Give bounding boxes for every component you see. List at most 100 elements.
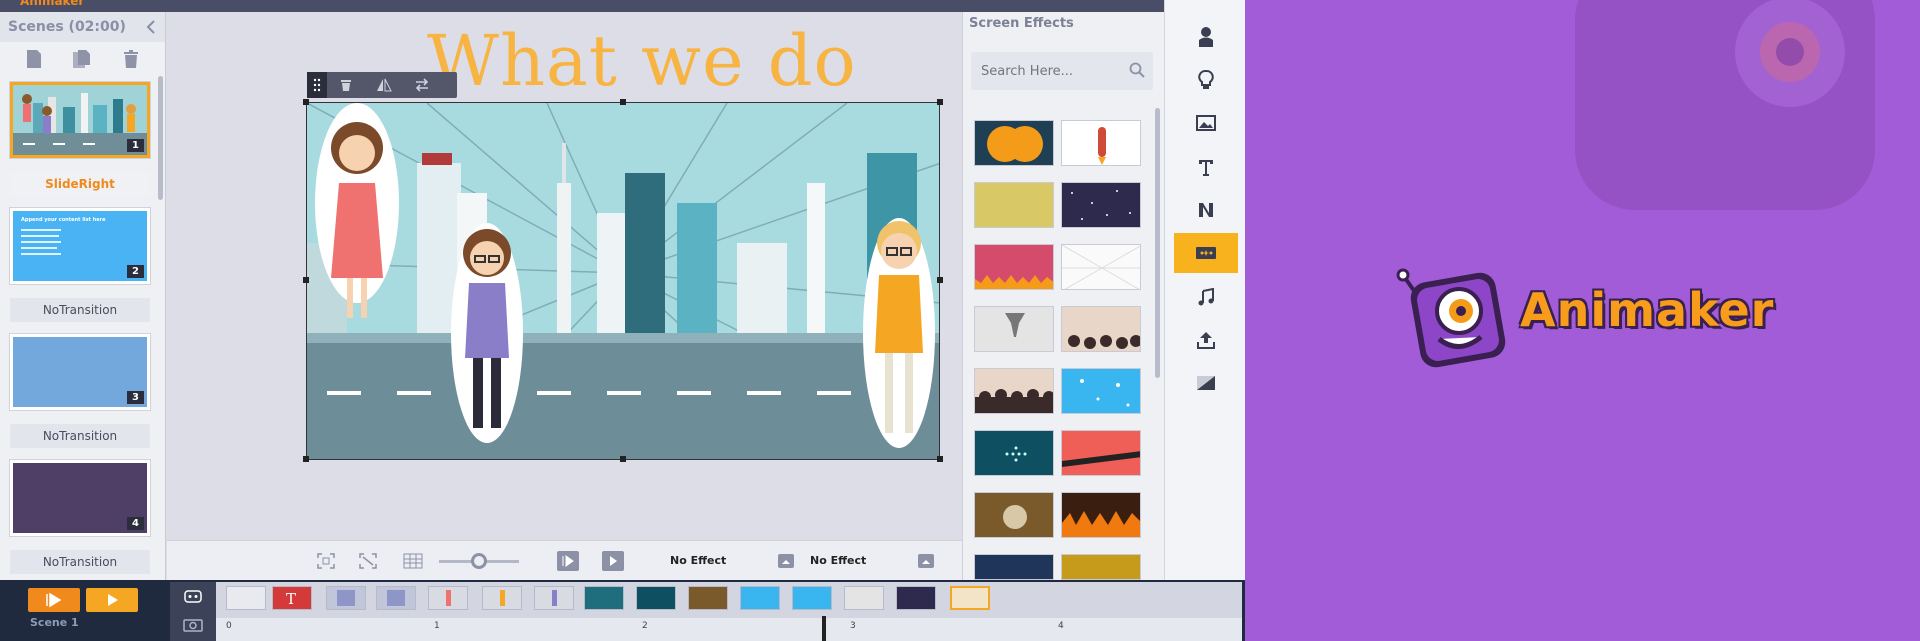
scene-canvas[interactable]: [306, 102, 940, 460]
scenes-title: Scenes (02:00): [8, 19, 126, 35]
timeline-item-effect[interactable]: [792, 586, 832, 610]
effects-scrollbar[interactable]: [1155, 108, 1160, 378]
timeline-item-text[interactable]: T: [272, 586, 312, 610]
enter-effect-button[interactable]: [557, 551, 579, 571]
effect-thumbnail[interactable]: [1061, 244, 1141, 290]
enter-effect-label[interactable]: No Effect: [670, 554, 726, 567]
resize-handle[interactable]: [937, 99, 943, 105]
effect-thumbnail[interactable]: [974, 182, 1054, 228]
effect-thumbnail[interactable]: [974, 120, 1054, 166]
fullscreen-icon[interactable]: [359, 553, 377, 569]
scene-thumbnail-1[interactable]: 1: [10, 82, 150, 158]
scene-thumb-text: Append your content list here: [21, 217, 106, 223]
rail-props[interactable]: [1174, 60, 1238, 100]
scene-number: 4: [127, 517, 144, 530]
rail-screen-effects[interactable]: [1174, 233, 1238, 273]
timeline-ruler[interactable]: 0 1 2 3 4: [216, 618, 1242, 641]
exit-effect-toggle[interactable]: [778, 554, 794, 568]
timeline-item[interactable]: [226, 586, 266, 610]
effect-thumbnail[interactable]: [974, 554, 1054, 580]
timeline-item[interactable]: [376, 586, 416, 610]
timeline-item[interactable]: [326, 586, 366, 610]
scene-thumbnail-3[interactable]: 3: [10, 334, 150, 410]
drag-grip-icon[interactable]: [307, 72, 327, 98]
timeline-item-effect[interactable]: [844, 586, 884, 610]
scene-number: 2: [127, 265, 144, 278]
snapshot-icon[interactable]: [183, 616, 203, 632]
timeline-scene-label: Scene 1: [30, 616, 79, 629]
timeline-playhead[interactable]: [822, 616, 826, 641]
camera-icon[interactable]: [183, 588, 203, 604]
exit-effect-dropdown[interactable]: [918, 554, 934, 568]
effect-thumbnail[interactable]: [974, 430, 1054, 476]
exit-effect-label[interactable]: No Effect: [810, 554, 866, 567]
ruler-tick: 4: [1058, 621, 1064, 631]
screen-effects-icon: [1196, 247, 1216, 259]
effect-thumbnail[interactable]: [1061, 492, 1141, 538]
effects-search-input[interactable]: [971, 52, 1121, 90]
effect-thumbnail[interactable]: [974, 244, 1054, 290]
delete-icon[interactable]: [327, 78, 365, 92]
rail-text[interactable]: [1174, 147, 1238, 187]
timeline-item-effect[interactable]: [896, 586, 936, 610]
resize-handle[interactable]: [620, 456, 626, 462]
scene-thumbnail-4[interactable]: 4: [10, 460, 150, 536]
duplicate-scene-icon[interactable]: [72, 49, 92, 69]
resize-handle[interactable]: [303, 99, 309, 105]
timeline-item-effect[interactable]: [688, 586, 728, 610]
rail-numbers[interactable]: [1174, 190, 1238, 230]
swap-icon[interactable]: [403, 78, 441, 92]
resize-handle[interactable]: [937, 456, 943, 462]
timeline-item-selected[interactable]: [950, 586, 990, 610]
effect-thumbnail[interactable]: [974, 492, 1054, 538]
scene-number: 1: [127, 139, 144, 152]
scene-title-text[interactable]: What we do: [427, 20, 857, 102]
resize-handle[interactable]: [620, 99, 626, 105]
fit-screen-icon[interactable]: [317, 553, 335, 569]
zoom-slider-handle[interactable]: [471, 553, 487, 569]
scene-transition-3[interactable]: NoTransition: [10, 424, 150, 448]
rail-music[interactable]: [1174, 277, 1238, 317]
grid-icon[interactable]: [403, 553, 423, 569]
rail-color[interactable]: [1174, 363, 1238, 403]
flip-icon[interactable]: [365, 78, 403, 92]
effects-title: Screen Effects: [969, 16, 1074, 31]
scene-transition-1[interactable]: SlideRight: [10, 172, 150, 196]
timeline-item-effect[interactable]: [584, 586, 624, 610]
timeline-item-effect[interactable]: [636, 586, 676, 610]
scene-transition-4[interactable]: NoTransition: [10, 550, 150, 574]
play-button[interactable]: [602, 551, 624, 571]
effect-thumbnail[interactable]: [1061, 368, 1141, 414]
timeline-tools: [170, 582, 216, 641]
timeline-play-button[interactable]: [86, 588, 138, 612]
search-icon[interactable]: [1129, 62, 1145, 78]
effect-thumbnail[interactable]: [974, 306, 1054, 352]
scene-thumbnail-2[interactable]: Append your content list here 2: [10, 208, 150, 284]
new-scene-icon[interactable]: [25, 49, 43, 69]
timeline-item-effect[interactable]: [740, 586, 780, 610]
character-icon: [1199, 27, 1213, 47]
stage-bottom-bar: No Effect No Effect: [167, 540, 962, 580]
delete-scene-icon[interactable]: [122, 49, 140, 69]
scene-transition-2[interactable]: NoTransition: [10, 298, 150, 322]
effect-thumbnail[interactable]: [1061, 120, 1141, 166]
effect-thumbnail[interactable]: [1061, 182, 1141, 228]
timeline-item-character[interactable]: [534, 586, 574, 610]
scenes-scrollbar[interactable]: [158, 76, 163, 200]
timeline-item-character[interactable]: [482, 586, 522, 610]
top-menu-bar: Animaker: [0, 0, 1245, 12]
effect-thumbnail[interactable]: [1061, 430, 1141, 476]
rail-upload[interactable]: [1174, 320, 1238, 360]
effect-thumbnail[interactable]: [1061, 554, 1141, 580]
resize-handle[interactable]: [303, 277, 309, 283]
resize-handle[interactable]: [937, 277, 943, 283]
resize-handle[interactable]: [303, 456, 309, 462]
play-from-start-button[interactable]: [28, 588, 80, 612]
effect-thumbnail[interactable]: [974, 368, 1054, 414]
rail-backgrounds[interactable]: [1174, 103, 1238, 143]
timeline-item-character[interactable]: [428, 586, 468, 610]
effect-thumbnail[interactable]: [1061, 306, 1141, 352]
selection-toolbar: [307, 72, 457, 98]
collapse-chevron-icon[interactable]: [145, 20, 157, 34]
rail-characters[interactable]: [1174, 17, 1238, 57]
